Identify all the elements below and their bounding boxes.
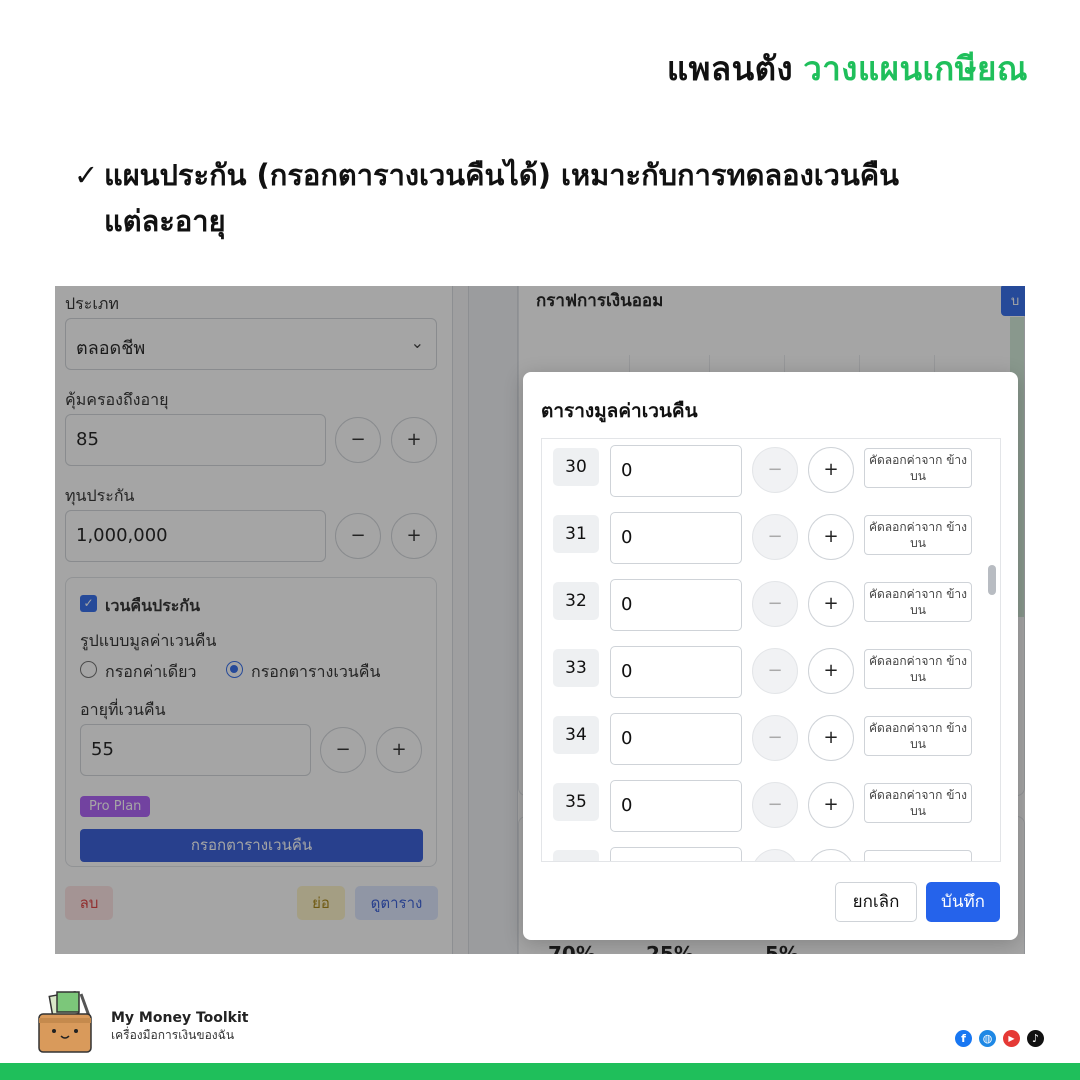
- row-age: 34: [553, 716, 599, 754]
- feature-line-1: แผนประกัน (กรอกตารางเวนคืนได้) เหมาะกับก…: [104, 158, 899, 192]
- surrender-table-list[interactable]: 30 0 − + คัดลอกค่าจาก ข้างบน 31 0 − + คั…: [541, 438, 1001, 862]
- row-age: 30: [553, 448, 599, 486]
- brand-accent: วางแผนเกษียณ: [803, 49, 1028, 88]
- row-minus-button[interactable]: −: [752, 447, 798, 493]
- copy-from-above-button[interactable]: คัดลอกค่าจาก ข้างบน: [864, 515, 972, 555]
- row-value-input[interactable]: 0: [610, 780, 742, 832]
- copy-from-above-button[interactable]: คัดลอกค่าจาก ข้างบน: [864, 448, 972, 488]
- row-plus-button[interactable]: +: [808, 782, 854, 828]
- row-age: 35: [553, 783, 599, 821]
- app-screenshot: ประเภท ตลอดชีพ ⌄ คุ้มครองถึงอายุ 85 − + …: [55, 286, 1025, 954]
- table-row: 31 0 − + คัดลอกค่าจาก ข้างบน: [542, 506, 972, 566]
- table-row: 33 0 − + คัดลอกค่าจาก ข้างบน: [542, 640, 972, 700]
- row-plus-button[interactable]: +: [808, 514, 854, 560]
- row-plus-button[interactable]: +: [808, 648, 854, 694]
- facebook-icon[interactable]: f: [955, 1030, 972, 1047]
- row-value-input[interactable]: 0: [610, 579, 742, 631]
- my-money-toolkit-logo: [37, 990, 95, 1054]
- feature-line-2: แต่ละอายุ: [104, 204, 226, 238]
- modal-title: ตารางมูลค่าเวนคืน: [541, 400, 698, 422]
- row-value-input[interactable]: 0: [610, 713, 742, 765]
- header: แพลนตัง วางแผนเกษียณ: [667, 42, 1028, 95]
- row-value-input[interactable]: [610, 847, 742, 861]
- row-plus-button[interactable]: [808, 849, 854, 861]
- brand-title: แพลนตัง: [666, 49, 794, 88]
- row-minus-button[interactable]: −: [752, 715, 798, 761]
- row-plus-button[interactable]: +: [808, 447, 854, 493]
- surrender-table-modal: ตารางมูลค่าเวนคืน 30 0 − + คัดลอกค่าจาก …: [523, 372, 1018, 940]
- row-minus-button[interactable]: −: [752, 514, 798, 560]
- row-value-input[interactable]: 0: [610, 445, 742, 497]
- feature-description: ✓ แผนประกัน (กรอกตารางเวนคืนได้) เหมาะกับ…: [74, 152, 1014, 244]
- copy-from-above-button[interactable]: คัดลอกค่าจาก ข้างบน: [864, 649, 972, 689]
- table-row: 32 0 − + คัดลอกค่าจาก ข้างบน: [542, 573, 972, 633]
- globe-icon[interactable]: ◍: [979, 1030, 996, 1047]
- row-minus-button[interactable]: −: [752, 581, 798, 627]
- table-row-partial: [542, 841, 972, 861]
- youtube-icon[interactable]: ▶: [1003, 1030, 1020, 1047]
- row-age: [553, 850, 599, 861]
- copy-from-above-button[interactable]: คัดลอกค่าจาก ข้างบน: [864, 716, 972, 756]
- tiktok-icon[interactable]: ♪: [1027, 1030, 1044, 1047]
- save-button[interactable]: บันทึก: [926, 882, 1000, 922]
- row-age: 31: [553, 515, 599, 553]
- table-row: 30 0 − + คัดลอกค่าจาก ข้างบน: [542, 439, 972, 499]
- check-icon: ✓: [74, 158, 99, 192]
- footer-brand-name: My Money Toolkit: [111, 1010, 249, 1026]
- table-row: 34 0 − + คัดลอกค่าจาก ข้างบน: [542, 707, 972, 767]
- copy-from-above-button[interactable]: คัดลอกค่าจาก ข้างบน: [864, 582, 972, 622]
- row-age: 32: [553, 582, 599, 620]
- copy-from-above-button[interactable]: [864, 850, 972, 861]
- row-minus-button[interactable]: [752, 849, 798, 861]
- row-value-input[interactable]: 0: [610, 646, 742, 698]
- row-minus-button[interactable]: −: [752, 782, 798, 828]
- table-row: 35 0 − + คัดลอกค่าจาก ข้างบน: [542, 774, 972, 834]
- row-plus-button[interactable]: +: [808, 581, 854, 627]
- footer-brand-subtitle: เครื่องมือการเงินของฉัน: [111, 1028, 235, 1042]
- footer-green-bar: [0, 1063, 1080, 1080]
- row-age: 33: [553, 649, 599, 687]
- row-value-input[interactable]: 0: [610, 512, 742, 564]
- cancel-button[interactable]: ยกเลิก: [835, 882, 917, 922]
- row-minus-button[interactable]: −: [752, 648, 798, 694]
- row-plus-button[interactable]: +: [808, 715, 854, 761]
- copy-from-above-button[interactable]: คัดลอกค่าจาก ข้างบน: [864, 783, 972, 823]
- modal-scrollbar[interactable]: [988, 565, 996, 595]
